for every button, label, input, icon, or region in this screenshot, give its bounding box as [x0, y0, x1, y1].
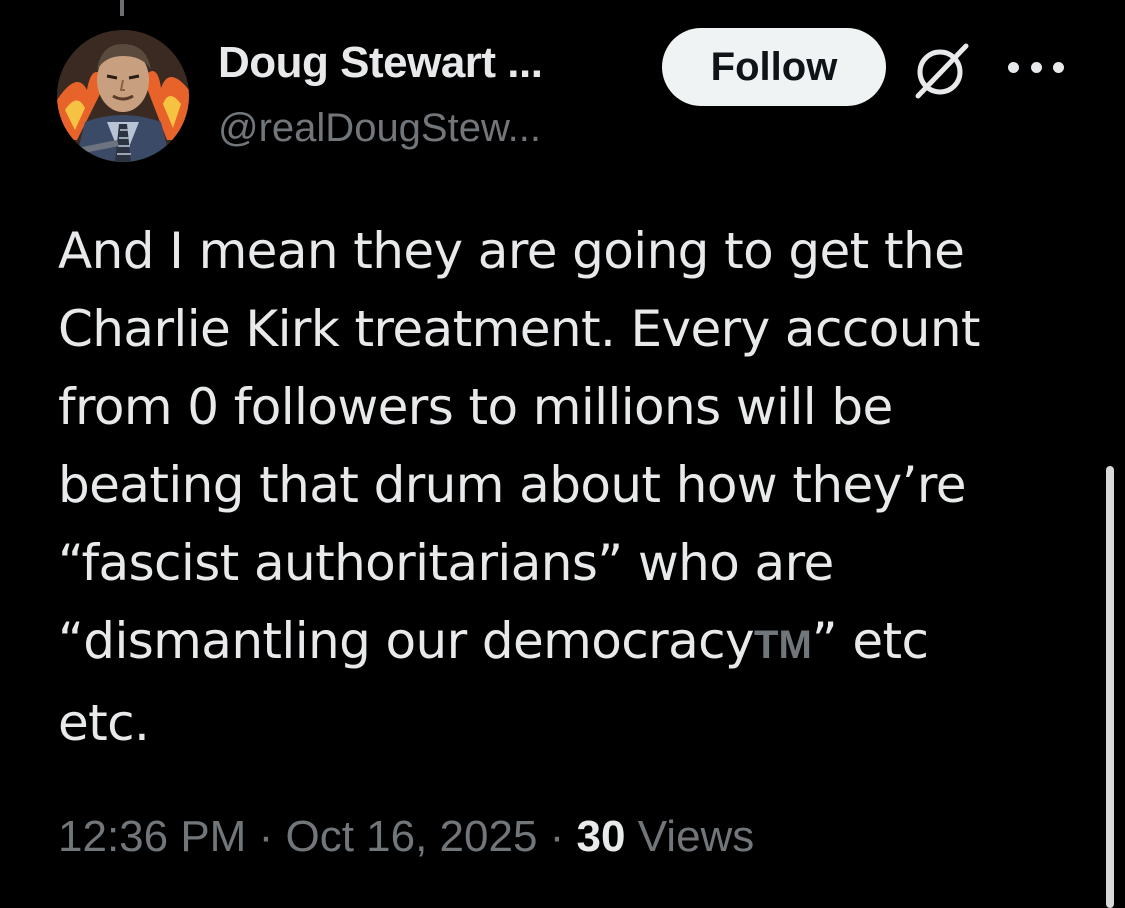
tweet-line: “fascist authoritarians” who are [58, 534, 834, 592]
comic-avatar-icon [57, 30, 189, 162]
author-handle[interactable]: @realDougStew... [218, 106, 541, 151]
avatar[interactable] [57, 30, 189, 162]
trademark-symbol: TM [754, 623, 812, 667]
follow-button[interactable]: Follow [662, 28, 886, 106]
thread-connector-line [120, 0, 124, 16]
separator: · [549, 812, 565, 861]
tweet-date[interactable]: Oct 16, 2025 [285, 812, 537, 861]
tweet-line: And I mean they are going to get the [58, 222, 965, 280]
tweet-time[interactable]: 12:36 PM [58, 812, 246, 861]
separator: · [258, 812, 274, 861]
tweet-line: beating that drum about how they’re [58, 456, 967, 514]
tweet-line: from 0 followers to millions will be [58, 378, 893, 436]
dot [1030, 61, 1042, 73]
tweet-line: etc. [58, 694, 150, 752]
tweet-line-start: “dismantling our democracy [58, 612, 755, 670]
grok-icon[interactable] [910, 40, 974, 100]
dot [1053, 61, 1064, 73]
views-label[interactable]: Views [638, 812, 755, 861]
more-options-icon[interactable] [1008, 55, 1064, 79]
tweet-text: And I mean they are going to get the Char… [58, 212, 1068, 762]
scrollbar[interactable] [1106, 466, 1114, 908]
views-count[interactable]: 30 [577, 812, 626, 861]
tweet-line: Charlie Kirk treatment. Every account [58, 300, 981, 358]
dot [1008, 61, 1019, 73]
author-name[interactable]: Doug Stewart ... [218, 38, 543, 88]
tweet-line-end: ” etc [811, 612, 929, 670]
tweet-meta: 12:36 PM · Oct 16, 2025 · 30 Views [58, 812, 754, 862]
tweet-line: “dismantling our democracyTM” etc [58, 602, 1068, 684]
